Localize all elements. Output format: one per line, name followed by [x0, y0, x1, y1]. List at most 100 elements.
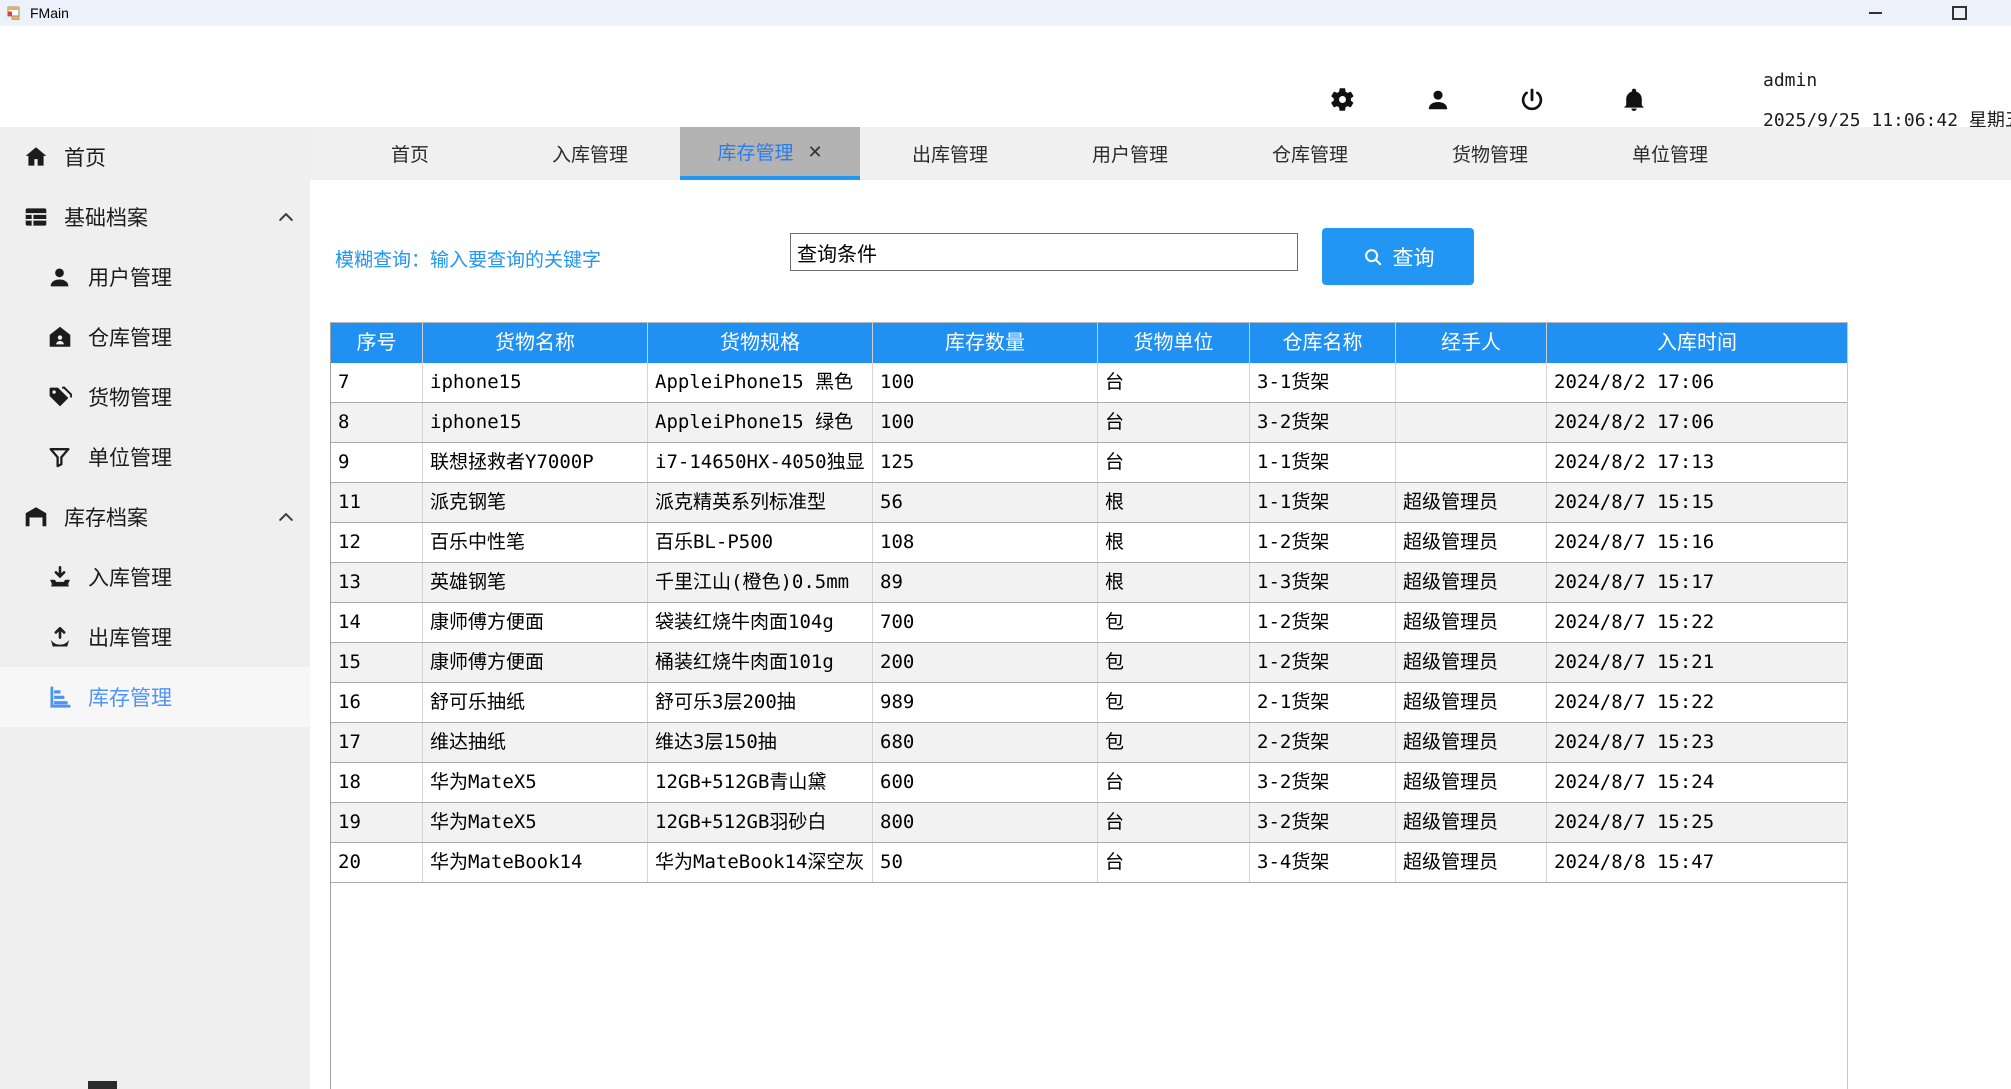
table-cell[interactable]: 台 [1097, 843, 1249, 882]
column-header[interactable]: 经手人 [1395, 323, 1546, 363]
table-cell[interactable]: 台 [1097, 403, 1249, 442]
table-cell[interactable]: 超级管理员 [1395, 843, 1546, 882]
table-cell[interactable]: 包 [1097, 683, 1249, 722]
table-cell[interactable]: 2024/8/7 15:25 [1546, 803, 1847, 842]
table-cell[interactable] [1395, 363, 1546, 402]
table-cell[interactable]: 英雄钢笔 [422, 563, 647, 602]
table-cell[interactable]: 50 [872, 843, 1097, 882]
table-cell[interactable]: 680 [872, 723, 1097, 762]
table-cell[interactable]: 派克钢笔 [422, 483, 647, 522]
table-cell[interactable]: iphone15 [422, 363, 647, 402]
table-cell[interactable]: 1-2货架 [1249, 643, 1395, 682]
table-cell[interactable] [1395, 403, 1546, 442]
table-cell[interactable]: 袋装红烧牛肉面104g [647, 603, 872, 642]
tab-2[interactable]: 库存管理✕ [680, 127, 860, 180]
table-cell[interactable]: 18 [331, 763, 422, 802]
table-cell[interactable]: 根 [1097, 563, 1249, 602]
table-cell[interactable]: 3-2货架 [1249, 763, 1395, 802]
tab-5[interactable]: 仓库管理 [1220, 127, 1400, 180]
table-cell[interactable]: 台 [1097, 803, 1249, 842]
sidebar-item-home[interactable]: 首页 [0, 127, 310, 187]
tab-0[interactable]: 首页 [320, 127, 500, 180]
column-header[interactable]: 货物规格 [647, 323, 872, 363]
table-cell[interactable]: 200 [872, 643, 1097, 682]
table-cell[interactable]: 2024/8/7 15:22 [1546, 603, 1847, 642]
bell-button[interactable] [1618, 85, 1650, 117]
table-cell[interactable]: 3-4货架 [1249, 843, 1395, 882]
chevron-up-icon[interactable] [276, 207, 296, 227]
tab-3[interactable]: 出库管理 [860, 127, 1040, 180]
table-cell[interactable]: 华为MateBook14深空灰 [647, 843, 872, 882]
sidebar-item-user[interactable]: 用户管理 [0, 247, 310, 307]
table-cell[interactable]: 89 [872, 563, 1097, 602]
sidebar-item-warehouse[interactable]: 仓库管理 [0, 307, 310, 367]
table-cell[interactable]: 2024/8/7 15:24 [1546, 763, 1847, 802]
table-cell[interactable]: 12GB+512GB羽砂白 [647, 803, 872, 842]
table-cell[interactable]: 根 [1097, 523, 1249, 562]
table-cell[interactable]: 包 [1097, 603, 1249, 642]
table-cell[interactable]: 989 [872, 683, 1097, 722]
table-cell[interactable]: 2-1货架 [1249, 683, 1395, 722]
column-header[interactable]: 货物单位 [1097, 323, 1249, 363]
sidebar-item-funnel[interactable]: 单位管理 [0, 427, 310, 487]
table-cell[interactable]: 超级管理员 [1395, 483, 1546, 522]
table-cell[interactable]: 千里江山(橙色)0.5mm [647, 563, 872, 602]
table-cell[interactable]: 超级管理员 [1395, 803, 1546, 842]
table-cell[interactable]: 2024/8/2 17:06 [1546, 363, 1847, 402]
sidebar-item-garage[interactable]: 库存档案 [0, 487, 310, 547]
table-cell[interactable]: 维达3层150抽 [647, 723, 872, 762]
table-cell[interactable]: 2024/8/2 17:13 [1546, 443, 1847, 482]
table-cell[interactable]: 舒可乐3层200抽 [647, 683, 872, 722]
table-cell[interactable]: 康师傅方便面 [422, 643, 647, 682]
table-cell[interactable]: 2024/8/8 15:47 [1546, 843, 1847, 882]
table-cell[interactable]: 3-2货架 [1249, 403, 1395, 442]
sidebar-item-grid[interactable]: 基础档案 [0, 187, 310, 247]
table-cell[interactable]: 20 [331, 843, 422, 882]
table-cell[interactable]: 台 [1097, 763, 1249, 802]
table-cell[interactable]: 超级管理员 [1395, 563, 1546, 602]
table-cell[interactable]: 超级管理员 [1395, 603, 1546, 642]
table-cell[interactable]: 56 [872, 483, 1097, 522]
chevron-up-icon[interactable] [276, 507, 296, 527]
maximize-button[interactable] [1936, 0, 1982, 26]
table-cell[interactable]: 17 [331, 723, 422, 762]
table-cell[interactable]: 2024/8/7 15:16 [1546, 523, 1847, 562]
column-header[interactable]: 货物名称 [422, 323, 647, 363]
table-cell[interactable]: 125 [872, 443, 1097, 482]
table-cell[interactable]: 108 [872, 523, 1097, 562]
table-cell[interactable]: 包 [1097, 643, 1249, 682]
table-cell[interactable]: 包 [1097, 723, 1249, 762]
minimize-button[interactable] [1852, 0, 1898, 26]
sidebar-item-tags[interactable]: 货物管理 [0, 367, 310, 427]
table-cell[interactable]: 超级管理员 [1395, 643, 1546, 682]
gear-button[interactable] [1326, 85, 1358, 117]
table-cell[interactable]: 超级管理员 [1395, 683, 1546, 722]
table-cell[interactable]: i7-14650HX-4050独显 [647, 443, 872, 482]
table-cell[interactable]: 13 [331, 563, 422, 602]
table-cell[interactable]: 台 [1097, 443, 1249, 482]
table-cell[interactable]: 华为MateBook14 [422, 843, 647, 882]
table-cell[interactable]: 2024/8/2 17:06 [1546, 403, 1847, 442]
table-cell[interactable]: 2024/8/7 15:21 [1546, 643, 1847, 682]
table-cell[interactable]: 15 [331, 643, 422, 682]
table-cell[interactable]: 华为MateX5 [422, 763, 647, 802]
table-cell[interactable]: 1-2货架 [1249, 523, 1395, 562]
table-cell[interactable]: 800 [872, 803, 1097, 842]
table-cell[interactable]: 百乐中性笔 [422, 523, 647, 562]
table-cell[interactable]: 1-1货架 [1249, 443, 1395, 482]
table-cell[interactable]: 12 [331, 523, 422, 562]
column-header[interactable]: 库存数量 [872, 323, 1097, 363]
tab-6[interactable]: 货物管理 [1400, 127, 1580, 180]
table-cell[interactable]: 100 [872, 403, 1097, 442]
tab-7[interactable]: 单位管理 [1580, 127, 1760, 180]
sidebar-item-download[interactable]: 入库管理 [0, 547, 310, 607]
table-cell[interactable]: 康师傅方便面 [422, 603, 647, 642]
table-cell[interactable]: 根 [1097, 483, 1249, 522]
table-cell[interactable]: 600 [872, 763, 1097, 802]
table-cell[interactable]: 超级管理员 [1395, 723, 1546, 762]
column-header[interactable]: 仓库名称 [1249, 323, 1395, 363]
table-cell[interactable]: 3-1货架 [1249, 363, 1395, 402]
column-header[interactable]: 序号 [331, 323, 422, 363]
table-cell[interactable]: 联想拯救者Y7000P [422, 443, 647, 482]
table-cell[interactable]: 2-2货架 [1249, 723, 1395, 762]
